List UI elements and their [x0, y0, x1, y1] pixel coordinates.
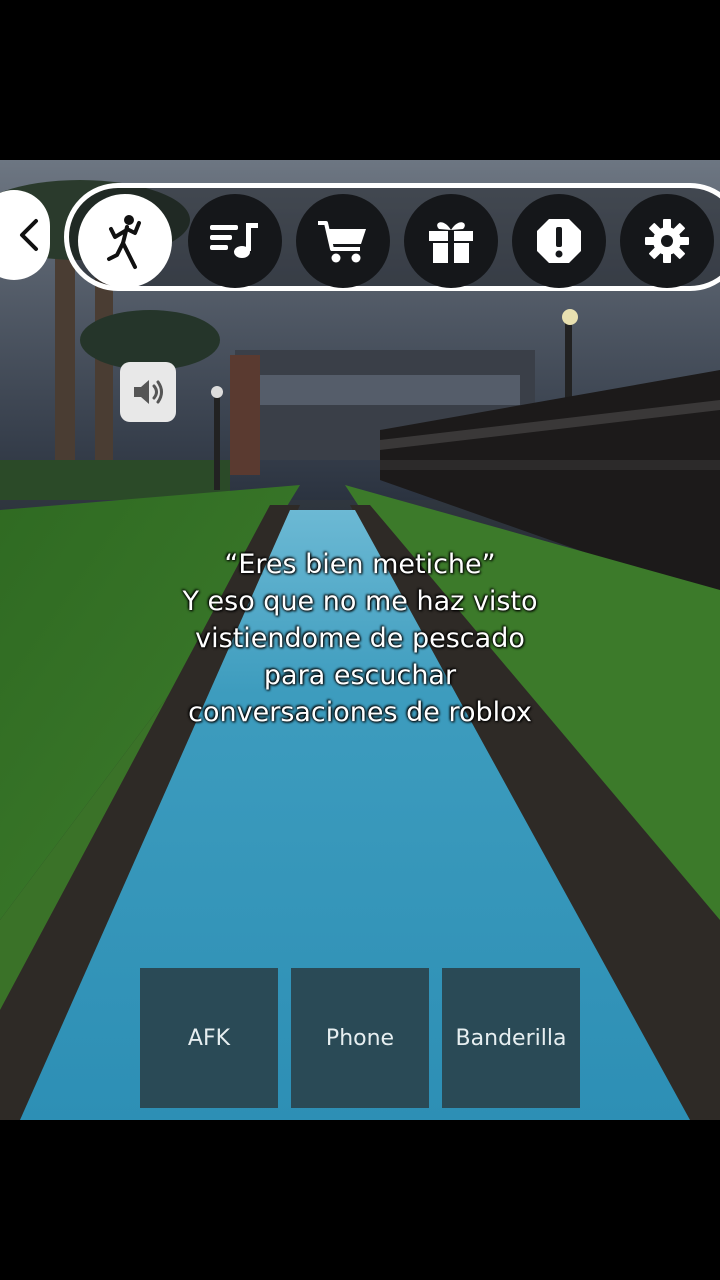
gift-icon — [429, 222, 473, 263]
caption-line: para escuchar — [263, 660, 457, 691]
playlist-button[interactable] — [188, 194, 282, 288]
caption-line: “Eres bien metiche” — [224, 549, 496, 580]
shop-button[interactable] — [296, 194, 390, 288]
afk-button[interactable]: AFK — [140, 968, 278, 1108]
letterbox-bottom — [0, 1120, 720, 1280]
report-alert-icon — [537, 219, 581, 263]
speaker-icon — [134, 380, 163, 404]
letterbox-top — [0, 0, 720, 160]
gift-button[interactable] — [404, 194, 498, 288]
settings-button[interactable] — [620, 194, 714, 288]
emote-dance-icon — [107, 215, 141, 269]
video-caption: “Eres bien metiche” Y eso que no me haz … — [100, 546, 620, 731]
chevron-left-icon — [20, 219, 38, 251]
gear-icon — [645, 219, 689, 263]
banderilla-button[interactable]: Banderilla — [442, 968, 580, 1108]
shopping-cart-icon — [318, 221, 366, 263]
emote-button[interactable] — [78, 194, 172, 288]
voice-speaker-badge[interactable] — [120, 362, 176, 422]
playlist-music-icon — [210, 223, 258, 258]
report-button[interactable] — [512, 194, 606, 288]
phone-button[interactable]: Phone — [291, 968, 429, 1108]
caption-line: vistiendome de pescado — [195, 623, 525, 654]
caption-line: Y eso que no me haz visto — [182, 586, 538, 617]
caption-line: conversaciones de roblox — [188, 697, 532, 728]
